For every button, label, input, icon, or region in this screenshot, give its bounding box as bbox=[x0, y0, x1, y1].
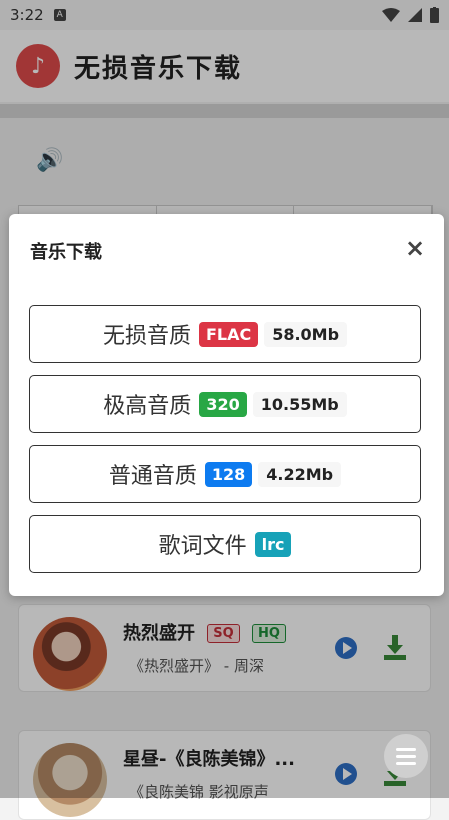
320-badge: 320 bbox=[199, 391, 247, 417]
option-label: 极高音质 bbox=[103, 394, 192, 419]
menu-fab-button[interactable] bbox=[384, 734, 428, 778]
menu-icon-line bbox=[396, 747, 416, 751]
lrc-badge: lrc bbox=[254, 531, 292, 557]
menu-icon-line bbox=[396, 761, 416, 765]
option-label: 普通音质 bbox=[108, 464, 197, 489]
option-label: 歌词文件 bbox=[158, 534, 247, 559]
128-badge: 128 bbox=[204, 461, 253, 487]
modal-title: 音乐下载 bbox=[30, 242, 102, 263]
lyrics-download-button[interactable]: 歌词文件 lrc bbox=[29, 515, 421, 573]
lossless-download-button[interactable]: 无损音质 FLAC 58.0Mb bbox=[29, 305, 421, 363]
option-label: 无损音质 bbox=[102, 324, 191, 349]
menu-icon-line bbox=[396, 754, 416, 758]
high-quality-download-button[interactable]: 极高音质 320 10.55Mb bbox=[29, 375, 421, 433]
file-size: 4.22Mb bbox=[258, 461, 342, 487]
standard-quality-download-button[interactable]: 普通音质 128 4.22Mb bbox=[29, 445, 421, 503]
file-size: 10.55Mb bbox=[252, 391, 347, 417]
download-modal: 音乐下载 × 无损音质 FLAC 58.0Mb 极高音质 320 10.55Mb… bbox=[9, 214, 444, 596]
file-size: 58.0Mb bbox=[264, 321, 348, 347]
close-icon[interactable]: × bbox=[405, 234, 425, 262]
flac-badge: FLAC bbox=[198, 321, 259, 347]
